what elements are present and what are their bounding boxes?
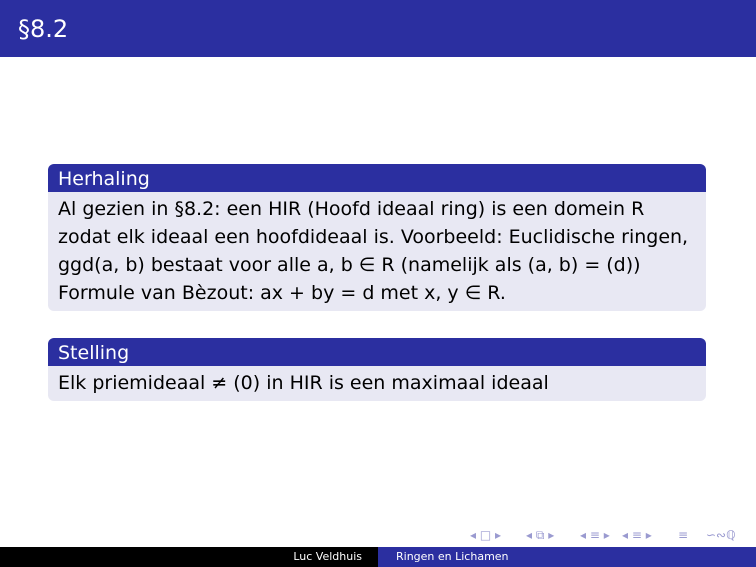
beamer-navigation: ◂ □ ▸ ◂ ⧉ ▸ ◂ ≡ ▸ ◂ ≡ ▸ ≡ ∽∾ℚ: [470, 527, 750, 543]
subsection-nav-icon[interactable]: ◂ ⧉ ▸: [526, 527, 554, 543]
block-body-herhaling: Al gezien in §8.2: een HIR (Hoofd ideaal…: [48, 192, 706, 311]
search-icon[interactable]: ∽∾ℚ: [706, 527, 736, 543]
footer-bar: Luc Veldhuis Ringen en Lichamen: [0, 547, 756, 567]
subsection-next-nav-icon[interactable]: ◂ ≡ ▸: [622, 527, 652, 543]
block-heading-stelling: Stelling: [48, 338, 706, 366]
footer-author: Luc Veldhuis: [0, 547, 378, 567]
frame-nav-icon[interactable]: ◂ □ ▸: [470, 527, 501, 543]
block-line: zodat elk ideaal een hoofdideaal is. Voo…: [58, 226, 689, 248]
herhaling-block: Herhaling Al gezien in §8.2: een HIR (Ho…: [48, 164, 706, 311]
stelling-block: Stelling Elk priemideaal ≠ (0) in HIR is…: [48, 338, 706, 401]
block-line: Al gezien in §8.2: een HIR (Hoofd ideaal…: [58, 198, 645, 220]
block-body-stelling: Elk priemideaal ≠ (0) in HIR is een maxi…: [48, 366, 706, 401]
align-icon[interactable]: ≡: [678, 527, 688, 543]
footer-title: Ringen en Lichamen: [378, 547, 756, 567]
block-line: ggd(a, b) bestaat voor alle a, b ∈ R (na…: [58, 254, 641, 276]
section-nav-icon[interactable]: ◂ ≡ ▸: [580, 527, 610, 543]
block-heading-herhaling: Herhaling: [48, 164, 706, 192]
block-line: Elk priemideaal ≠ (0) in HIR is een maxi…: [58, 372, 549, 394]
block-line: Formule van Bèzout: ax + by = d met x, y…: [58, 282, 506, 304]
frame-title-bar: §8.2: [0, 0, 756, 57]
slide-title: §8.2: [18, 15, 69, 43]
